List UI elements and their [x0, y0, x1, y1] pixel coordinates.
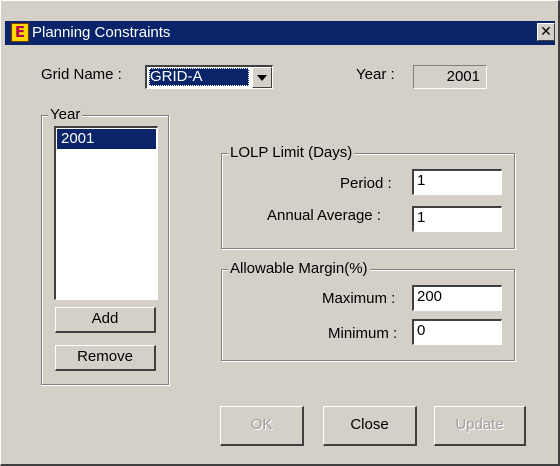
period-label: Period : [340, 175, 392, 192]
year-display-label: Year : [356, 66, 395, 83]
maximum-label: Maximum : [322, 290, 396, 307]
year-group-title: Year [48, 106, 83, 123]
maximum-input[interactable]: 200 [412, 285, 502, 311]
lolp-limit-group: LOLP Limit (Days) [221, 144, 515, 249]
grid-name-label: Grid Name : [41, 66, 122, 83]
planning-constraints-dialog: E Planning Constraints ✕ Grid Name : GRI… [0, 0, 560, 466]
title-bar[interactable]: E Planning Constraints ✕ [5, 21, 555, 45]
year-listbox[interactable]: 2001 [54, 126, 158, 300]
app-e-icon: E [11, 23, 29, 42]
remove-year-button[interactable]: Remove [55, 345, 156, 371]
annual-average-input[interactable]: 1 [412, 206, 502, 232]
grid-name-select[interactable]: GRID-A [145, 65, 273, 89]
minimum-label: Minimum : [328, 325, 398, 342]
lolp-limit-group-title: LOLP Limit (Days) [228, 144, 355, 161]
period-input[interactable]: 1 [412, 169, 502, 195]
year-display-value: 2001 [413, 65, 487, 89]
ok-button[interactable]: OK [220, 406, 304, 446]
chevron-down-icon[interactable] [252, 67, 272, 88]
allowable-margin-group: Allowable Margin(%) [221, 260, 515, 361]
minimum-input[interactable]: 0 [412, 319, 502, 345]
update-button[interactable]: Update [434, 406, 526, 446]
window-title: Planning Constraints [32, 24, 171, 41]
year-list-item[interactable]: 2001 [57, 129, 156, 149]
close-button[interactable]: Close [323, 406, 417, 446]
add-year-button[interactable]: Add [55, 307, 156, 333]
annual-average-label: Annual Average : [267, 207, 381, 224]
grid-name-selected-value: GRID-A [149, 68, 249, 86]
allowable-margin-group-title: Allowable Margin(%) [228, 260, 370, 277]
close-icon[interactable]: ✕ [537, 23, 555, 41]
